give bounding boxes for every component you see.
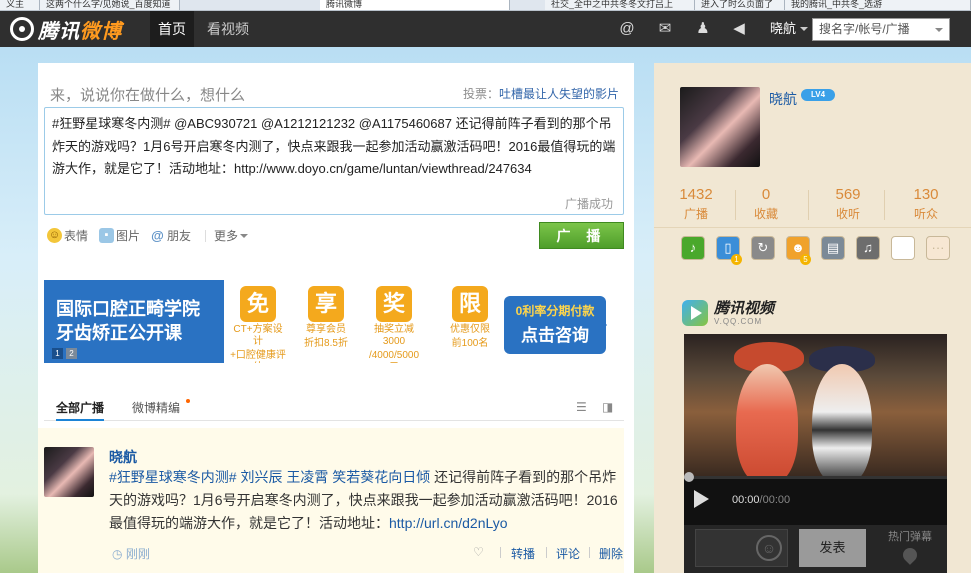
stat-following[interactable]: 569 收听 <box>818 186 878 222</box>
notification-badge: 1 <box>731 254 742 265</box>
search-input[interactable]: 搜名字/帐号/广播 <box>812 18 950 41</box>
video-time: 00:00/00:00 <box>732 494 791 506</box>
comment-button[interactable]: 评论 <box>556 545 580 562</box>
video-progress-bar[interactable] <box>684 476 947 479</box>
app-icon-gallery[interactable]: ▤ <box>821 236 845 260</box>
app-icon-music[interactable]: ♪ <box>681 236 705 260</box>
browser-tab[interactable]: 进入了时么页面了 <box>695 0 785 10</box>
ad-page-indicator[interactable]: 2 <box>66 348 77 359</box>
profile-name[interactable]: 晓航 <box>769 89 797 109</box>
broadcast-status: 广播成功 <box>564 197 613 211</box>
image-icon: ▪ <box>99 228 114 243</box>
flame-icon <box>900 545 920 565</box>
video-figure <box>812 364 872 476</box>
more-apps-icon[interactable]: ··· <box>926 236 950 260</box>
tencent-weibo-logo[interactable]: 腾讯微博 <box>10 17 122 43</box>
poll-link[interactable]: 吐槽最让人失望的影片 <box>499 87 619 101</box>
chevron-down-icon[interactable] <box>800 27 808 35</box>
sidebar-divider <box>654 227 971 228</box>
heart-icon[interactable]: ♡ <box>473 545 484 559</box>
at-icon[interactable]: @ <box>618 20 636 38</box>
tool-divider <box>205 230 206 242</box>
profile-avatar[interactable] <box>680 87 760 167</box>
logo-text: 腾讯微博 <box>38 20 122 43</box>
ad-cta-button[interactable]: 0利率分期付款 点击咨询 <box>504 296 607 354</box>
poll-promo: 投票：吐槽最让人失望的影片 <box>463 87 620 101</box>
speaker-icon[interactable]: ◀ <box>730 20 748 38</box>
stat-favorites[interactable]: 0 收藏 <box>736 186 796 222</box>
post-link[interactable]: http://url.cn/d2nLyo <box>389 515 508 531</box>
image-tool[interactable]: ▪ 图片 <box>99 227 140 244</box>
stat-followers[interactable]: 130 听众 <box>896 186 956 222</box>
composer-textarea[interactable]: #狂野星球寒冬内测# @ABC930721 @A1212121232 @A117… <box>44 107 624 215</box>
delete-button[interactable]: 删除 <box>599 545 623 562</box>
video-figure <box>736 364 798 476</box>
composer-text[interactable]: #狂野星球寒冬内测# @ABC930721 @A1212121232 @A117… <box>52 113 619 181</box>
nav-home[interactable]: 首页 <box>150 11 194 47</box>
clock-icon: ◷ <box>112 547 126 561</box>
logo-icon <box>10 17 34 41</box>
new-dot <box>186 399 190 403</box>
nav-videos[interactable]: 看视频 <box>199 11 257 47</box>
emoji-tool[interactable]: ☺ 表情 <box>47 227 88 244</box>
filter-icon[interactable]: ◨ <box>602 400 613 414</box>
tencent-video-logo[interactable]: 腾讯视频 V.QQ.COM <box>682 300 774 326</box>
chevron-down-icon[interactable] <box>935 28 943 36</box>
post-avatar[interactable] <box>44 447 94 497</box>
post-author[interactable]: 晓航 <box>109 447 137 467</box>
progress-handle[interactable] <box>684 472 694 482</box>
tab-all-broadcasts[interactable]: 全部广播 <box>56 399 105 421</box>
post-content: #狂野星球寒冬内测# 刘兴辰 王凌霄 笑若葵花向日倾 还记得前阵子看到的那个吊炸… <box>109 469 618 531</box>
play-icon[interactable] <box>694 490 709 508</box>
mail-icon[interactable]: ✉ <box>656 20 674 38</box>
list-view-icon[interactable]: ☰ <box>576 400 587 414</box>
app-icon-note[interactable]: ♫ <box>856 236 880 260</box>
stat-divider <box>884 190 885 220</box>
username-menu[interactable]: 晓航 <box>770 11 796 47</box>
browser-tab-strip: 义主 这两个什么字/见她说_百度知道 腾讯微博 社交_全中之中共冬冬文打吕上 进… <box>0 0 971 11</box>
chevron-down-icon <box>240 233 249 242</box>
tab-weibo-digest[interactable]: 微博精编 <box>132 399 180 416</box>
smiley-icon: ☺ <box>47 228 62 243</box>
user-icon[interactable]: ♟ <box>694 20 712 38</box>
action-divider <box>589 547 590 558</box>
ad-badge: 享 尊享会员 折扣8.5折 <box>298 286 354 350</box>
at-icon: @ <box>151 228 164 243</box>
browser-tab[interactable]: 社交_全中之中共冬冬文打吕上 <box>545 0 695 10</box>
action-divider <box>546 547 547 558</box>
video-frame[interactable] <box>684 334 947 476</box>
emoji-icon[interactable]: ☺ <box>756 535 782 561</box>
app-icon-blank[interactable] <box>891 236 915 260</box>
notification-badge: 5 <box>800 254 811 265</box>
post-danmaku-button[interactable]: 发表 <box>799 529 866 567</box>
stat-divider <box>808 190 809 220</box>
repost-button[interactable]: 转播 <box>511 545 535 562</box>
app-icon-refresh[interactable]: ↻ <box>751 236 775 260</box>
browser-tab[interactable]: 义主 <box>0 0 40 10</box>
browser-tab[interactable]: 我的腾讯_中共冬_选游 <box>785 0 971 10</box>
ad-page-indicator[interactable]: 1 <box>52 348 63 359</box>
video-controls <box>684 476 947 525</box>
browser-tab-active[interactable]: 腾讯微博 <box>320 0 510 10</box>
feed-tabs: 全部广播 微博精编 ☰ ◨ <box>44 396 624 421</box>
browser-tab[interactable]: 这两个什么字/见她说_百度知道 <box>40 0 180 10</box>
ad-badge: 免 CT+方案设计 +口腔健康评估 <box>230 286 286 363</box>
top-navigation-bar: 腾讯微博 首页 看视频 @ ✉ ♟ ◀ 晓航 搜名字/帐号/广播 <box>0 11 971 47</box>
more-tools[interactable]: 更多 <box>214 227 249 244</box>
broadcast-button[interactable]: 广 播 <box>539 222 624 249</box>
post-timestamp[interactable]: ◷ 刚刚 <box>112 545 150 562</box>
composer-prompt: 来，说说你在做什么，想什么 <box>50 87 246 104</box>
hot-danmaku-button[interactable]: 热门弹幕 <box>880 528 940 565</box>
level-badge[interactable]: LV4 <box>801 89 835 101</box>
ad-banner[interactable]: 国际口腔正畸学院 牙齿矫正公开课 1 2 免 CT+方案设计 +口腔健康评估 享… <box>44 280 624 363</box>
action-divider <box>500 547 501 558</box>
play-logo-icon <box>682 300 708 326</box>
ad-badge: 限 优惠仅限 前100名 <box>442 286 498 350</box>
post-tags[interactable]: #狂野星球寒冬内测# 刘兴辰 王凌霄 笑若葵花向日倾 <box>109 469 430 485</box>
friends-tool[interactable]: @ 朋友 <box>150 227 191 244</box>
stat-broadcasts[interactable]: 1432 广播 <box>666 186 726 222</box>
ad-badge: 奖 抽奖立减3000 /4000/5000元 <box>366 286 422 363</box>
